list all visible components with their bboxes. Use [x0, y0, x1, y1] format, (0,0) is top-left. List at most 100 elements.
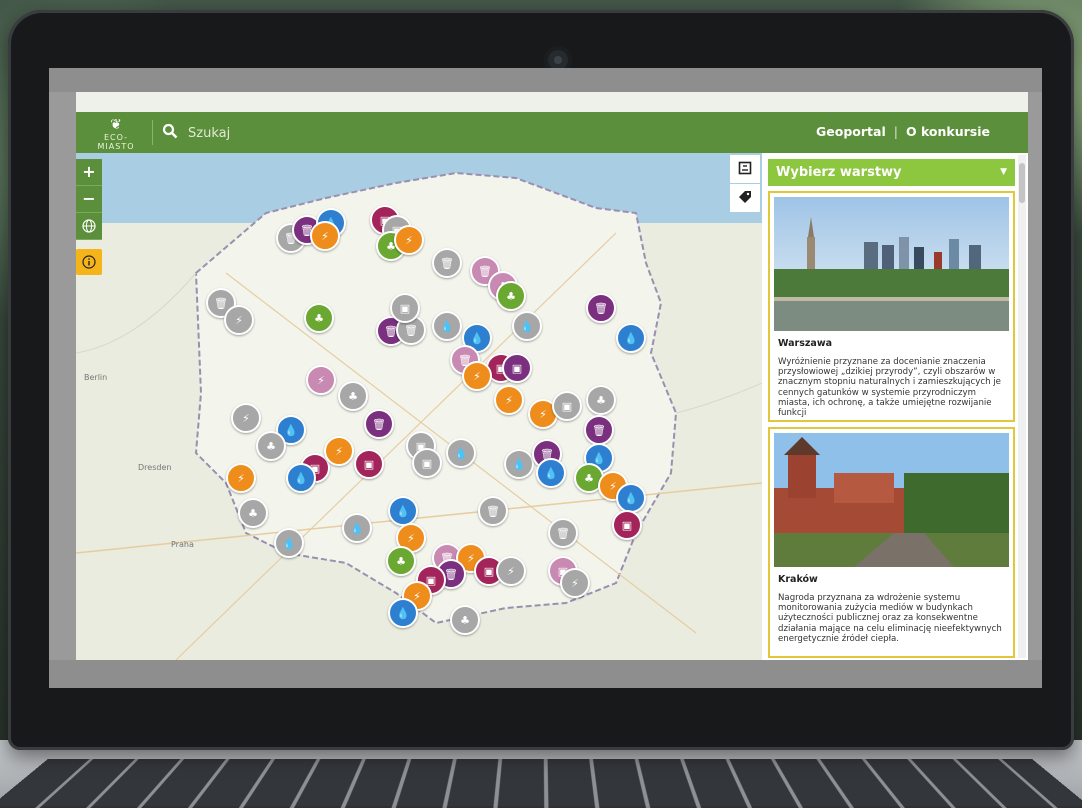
drop-icon: 💧: [544, 466, 558, 480]
tree-icon: ♣: [314, 311, 324, 325]
plug-icon: ⚡: [413, 589, 421, 603]
info-button[interactable]: [76, 249, 102, 275]
map-marker-bin[interactable]: 🗑: [432, 248, 462, 278]
chevron-down-icon: ▼: [1000, 167, 1007, 177]
header-divider: [152, 120, 153, 145]
plug-icon: ⚡: [405, 233, 413, 247]
map-marker-bus[interactable]: ▣: [552, 391, 582, 421]
map-marker-tree[interactable]: ♣: [238, 498, 268, 528]
map-label-praha: Praha: [171, 540, 194, 549]
search-input[interactable]: [186, 124, 330, 142]
map-marker-drop[interactable]: 💧: [286, 463, 316, 493]
bus-icon: ▣: [399, 301, 411, 315]
map-marker-plug[interactable]: ⚡: [496, 556, 526, 586]
map-marker-tree[interactable]: ♣: [586, 385, 616, 415]
drop-icon: 💧: [396, 504, 410, 518]
drop-icon: 💧: [284, 423, 298, 437]
scrollbar-thumb[interactable]: [1019, 163, 1025, 203]
map-marker-tree[interactable]: ♣: [256, 431, 286, 461]
drop-icon: 💧: [624, 331, 638, 345]
map-marker-tree[interactable]: ♣: [338, 381, 368, 411]
map-marker-bin[interactable]: 🗑: [364, 409, 394, 439]
map-marker-plug[interactable]: ⚡: [231, 403, 261, 433]
plug-icon: ⚡: [507, 564, 515, 578]
map-marker-plug[interactable]: ⚡: [226, 463, 256, 493]
zoom-in-button[interactable]: +: [76, 159, 102, 186]
basemap-button[interactable]: [76, 213, 102, 240]
bin-icon: 🗑: [372, 417, 386, 431]
map-marker-tree[interactable]: ♣: [304, 303, 334, 333]
map-marker-drop[interactable]: 💧: [274, 528, 304, 558]
map-marker-bin[interactable]: 🗑: [548, 518, 578, 548]
map-marker-plug[interactable]: ⚡: [324, 436, 354, 466]
app-header: ❦ ECO-MIASTO Geoportal | O konkursie: [76, 112, 1028, 153]
tag-button[interactable]: [730, 184, 760, 212]
plug-icon: ⚡: [505, 393, 513, 407]
map-marker-drop[interactable]: 💧: [388, 598, 418, 628]
map-marker-drop[interactable]: 💧: [512, 311, 542, 341]
map-marker-tree[interactable]: ♣: [450, 605, 480, 635]
map-label-dresden: Dresden: [138, 463, 172, 472]
map-marker-bin[interactable]: 🗑: [586, 293, 616, 323]
map-marker-bin[interactable]: 🗑: [584, 415, 614, 445]
tag-icon: [738, 189, 752, 208]
map-marker-plug[interactable]: ⚡: [394, 225, 424, 255]
map-label-berlin: Berlin: [84, 373, 108, 382]
city-card-warszawa[interactable]: Warszawa Wyróżnienie przyznane za doceni…: [768, 191, 1015, 422]
legend-button[interactable]: [730, 155, 760, 183]
map-marker-bus[interactable]: ▣: [612, 510, 642, 540]
map-marker-drop[interactable]: 💧: [342, 513, 372, 543]
map-marker-bus[interactable]: ▣: [502, 353, 532, 383]
drop-icon: 💧: [624, 491, 638, 505]
nav-o-konkursie[interactable]: O konkursie: [906, 124, 990, 139]
bin-icon: 🗑: [486, 504, 500, 518]
city-card-krakow[interactable]: Kraków Nagroda przyznana za wdrożenie sy…: [768, 427, 1015, 658]
bin-icon: 🗑: [444, 567, 458, 581]
map-marker-plug[interactable]: ⚡: [224, 305, 254, 335]
drop-icon: 💧: [440, 319, 454, 333]
drop-icon: 💧: [294, 471, 308, 485]
bus-icon: ▣: [483, 564, 495, 578]
map-marker-plug[interactable]: ⚡: [306, 365, 336, 395]
plug-icon: ⚡: [473, 369, 481, 383]
map-marker-bus[interactable]: ▣: [412, 448, 442, 478]
map-marker-drop[interactable]: 💧: [446, 438, 476, 468]
map-marker-bus[interactable]: ▣: [390, 293, 420, 323]
tree-icon: ♣: [584, 471, 594, 485]
search-box[interactable]: [162, 121, 330, 145]
bin-icon: 🗑: [594, 301, 608, 315]
map-marker-plug[interactable]: ⚡: [560, 568, 590, 598]
zoom-out-button[interactable]: −: [76, 186, 102, 213]
map-marker-drop[interactable]: 💧: [432, 311, 462, 341]
plug-icon: ⚡: [237, 471, 245, 485]
top-nav: Geoportal | O konkursie: [816, 124, 990, 139]
bin-icon: 🗑: [478, 264, 492, 278]
plug-icon: ⚡: [539, 407, 547, 421]
plug-icon: ⚡: [242, 411, 250, 425]
map-marker-tree[interactable]: ♣: [496, 281, 526, 311]
map-marker-drop[interactable]: 💧: [388, 496, 418, 526]
map[interactable]: Berlin Dresden Praha + − 🗑 🗑 ⚡ ♣ ⚡ 🗑 🗑 ♣…: [76, 153, 762, 660]
map-marker-drop[interactable]: 💧: [536, 458, 566, 488]
map-marker-plug[interactable]: ⚡: [310, 221, 340, 251]
map-marker-tree[interactable]: ♣: [386, 546, 416, 576]
map-marker-bin[interactable]: 🗑: [478, 496, 508, 526]
eco-miasto-logo[interactable]: ❦ ECO-MIASTO: [86, 117, 146, 151]
map-marker-plug[interactable]: ⚡: [494, 385, 524, 415]
map-marker-bus[interactable]: ▣: [354, 449, 384, 479]
bin-icon: 🗑: [556, 526, 570, 540]
drop-icon: 💧: [350, 521, 364, 535]
search-icon[interactable]: [162, 123, 178, 143]
panel-scrollbar[interactable]: [1018, 155, 1026, 658]
layers-dropdown[interactable]: Wybierz warstwy ▼: [768, 159, 1015, 186]
tree-icon: ♣: [266, 439, 276, 453]
map-marker-drop[interactable]: 💧: [616, 483, 646, 513]
nav-geoportal[interactable]: Geoportal: [816, 124, 886, 139]
app: ❦ ECO-MIASTO Geoportal | O konkursie: [76, 92, 1028, 660]
tree-icon: ♣: [506, 289, 516, 303]
plug-icon: ⚡: [609, 479, 617, 493]
tree-icon: ♣: [460, 613, 470, 627]
map-marker-plug[interactable]: ⚡: [462, 361, 492, 391]
map-marker-drop[interactable]: 💧: [504, 449, 534, 479]
map-marker-drop[interactable]: 💧: [616, 323, 646, 353]
